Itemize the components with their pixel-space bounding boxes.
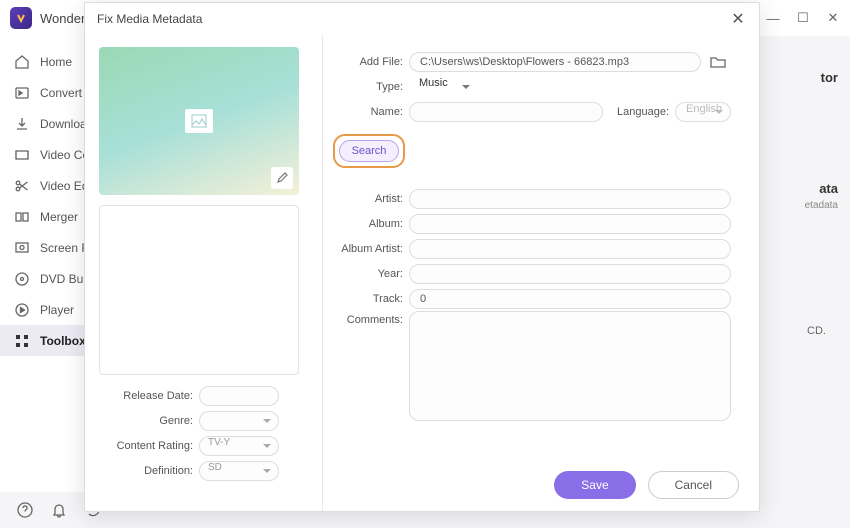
track-label: Track: <box>333 293 409 305</box>
browse-folder-button[interactable] <box>709 53 727 71</box>
nav-label: Merger <box>40 210 78 224</box>
record-icon <box>14 240 30 256</box>
album-input[interactable] <box>409 214 731 234</box>
nav-label: DVD Bu <box>40 272 83 286</box>
disc-icon <box>14 271 30 287</box>
bg-cd: CD. <box>807 325 826 337</box>
nav-label: Home <box>40 55 72 69</box>
type-label: Type: <box>333 81 409 93</box>
left-pane: Release Date: Genre: Content Rating:TV-Y… <box>85 35 323 511</box>
definition-select[interactable]: SD <box>199 461 279 481</box>
search-button[interactable]: Search <box>339 140 399 162</box>
app-title: Wonder <box>40 11 85 26</box>
nav-label: Downloa <box>40 117 87 131</box>
cover-gallery[interactable] <box>99 205 299 375</box>
track-input[interactable] <box>409 289 731 309</box>
search-highlight: Search <box>333 134 405 168</box>
album-label: Album: <box>333 218 409 230</box>
name-input[interactable] <box>409 102 603 122</box>
convert-icon <box>14 85 30 101</box>
release-date-input[interactable] <box>199 386 279 406</box>
year-input[interactable] <box>409 264 731 284</box>
maximize-button[interactable]: ☐ <box>796 11 810 25</box>
addfile-label: Add File: <box>333 56 409 68</box>
nav-label: Player <box>40 303 74 317</box>
comments-textarea[interactable] <box>409 311 731 421</box>
app-logo <box>10 7 32 29</box>
nav-label: Toolbox <box>40 334 86 348</box>
help-icon[interactable] <box>16 501 34 519</box>
language-select[interactable]: English <box>675 102 731 122</box>
name-label: Name: <box>333 106 409 118</box>
save-button[interactable]: Save <box>554 471 635 499</box>
nav-label: Screen R <box>40 241 90 255</box>
cancel-button[interactable]: Cancel <box>648 471 739 499</box>
close-window-button[interactable]: ✕ <box>826 11 840 25</box>
genre-label: Genre: <box>99 415 199 427</box>
language-label: Language: <box>617 106 669 118</box>
dialog-close-button[interactable]: ✕ <box>729 10 747 28</box>
bell-icon[interactable] <box>50 501 68 519</box>
image-placeholder-icon <box>185 109 213 133</box>
addfile-input[interactable] <box>409 52 701 72</box>
metadata-dialog: Fix Media Metadata ✕ Release Date: Genre… <box>84 2 760 512</box>
year-label: Year: <box>333 268 409 280</box>
home-icon <box>14 54 30 70</box>
cover-art <box>99 47 299 195</box>
definition-label: Definition: <box>99 465 199 477</box>
type-select[interactable]: Music <box>409 77 477 97</box>
genre-select[interactable] <box>199 411 279 431</box>
content-rating-label: Content Rating: <box>99 440 199 452</box>
album-artist-input[interactable] <box>409 239 731 259</box>
comments-label: Comments: <box>333 311 409 326</box>
artist-input[interactable] <box>409 189 731 209</box>
nav-label: Video Ed <box>40 179 89 193</box>
compress-icon <box>14 147 30 163</box>
nav-label: Video Ce <box>40 148 89 162</box>
right-pane: Add File: Type: Music Name: Language: En… <box>323 35 759 511</box>
nav-label: Convert <box>40 86 82 100</box>
download-icon <box>14 116 30 132</box>
release-date-label: Release Date: <box>99 390 199 402</box>
scissors-icon <box>14 178 30 194</box>
bg-partial: tor ata etadata <box>758 70 838 211</box>
artist-label: Artist: <box>333 193 409 205</box>
content-rating-select[interactable]: TV-Y <box>199 436 279 456</box>
edit-cover-button[interactable] <box>271 167 293 189</box>
dialog-title: Fix Media Metadata <box>97 12 202 26</box>
minimize-button[interactable]: — <box>766 11 780 25</box>
merger-icon <box>14 209 30 225</box>
play-icon <box>14 302 30 318</box>
toolbox-icon <box>14 333 30 349</box>
album-artist-label: Album Artist: <box>333 243 409 255</box>
